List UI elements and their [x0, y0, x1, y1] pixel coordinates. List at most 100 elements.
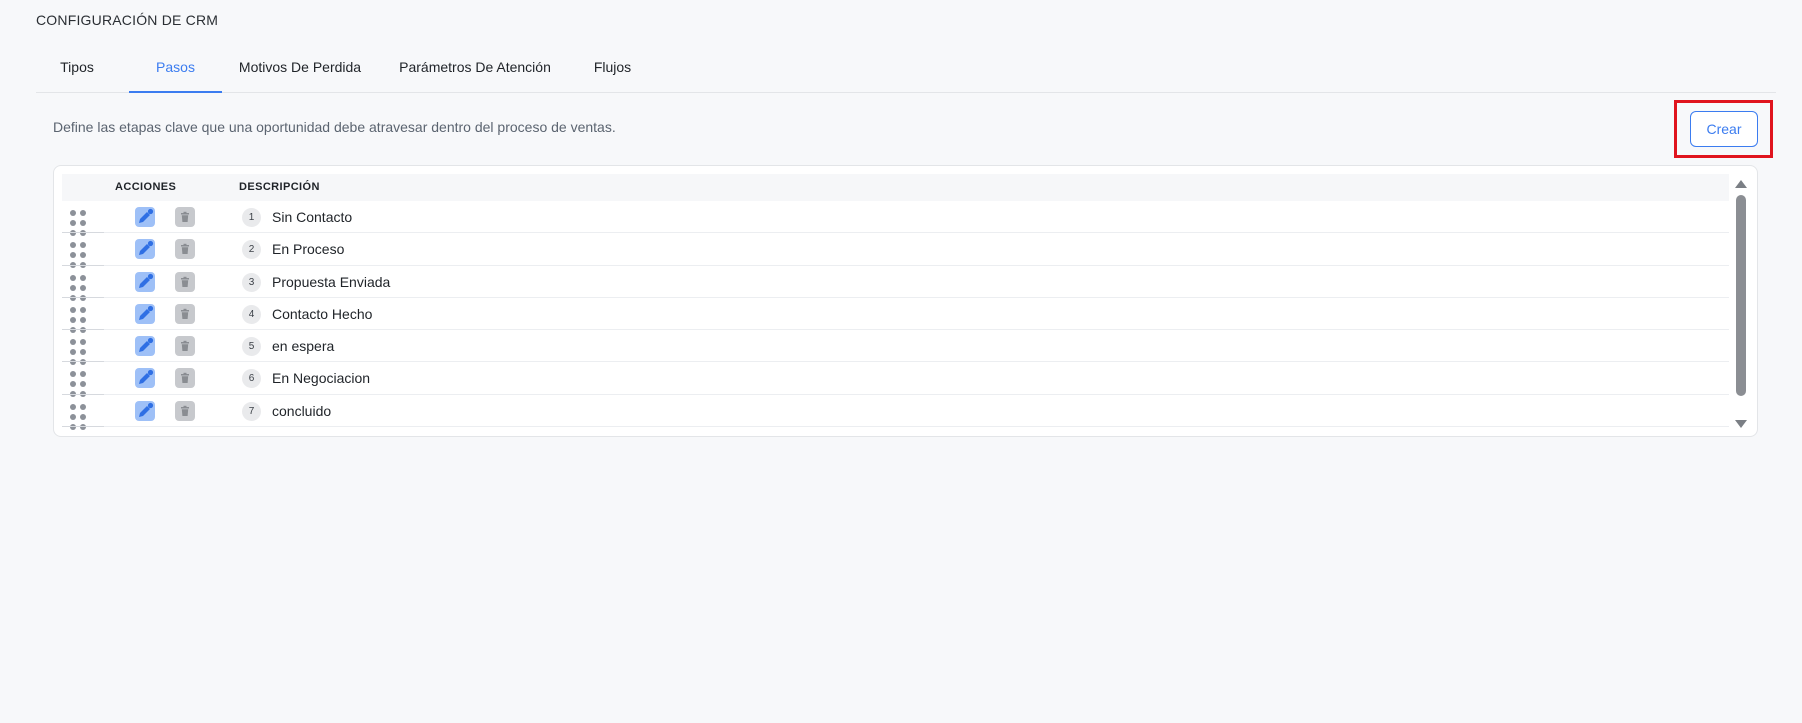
step-description: Sin Contacto [272, 209, 353, 225]
drag-handle-icon[interactable] [70, 371, 86, 398]
table-row: 3 Propuesta Enviada [62, 266, 1729, 301]
drag-dot [70, 413, 76, 420]
drag-dot [80, 339, 86, 346]
trash-icon [181, 405, 189, 416]
edit-button[interactable] [135, 271, 155, 292]
drag-dot [80, 242, 86, 249]
step-description: concluido [272, 402, 332, 419]
delete-button[interactable] [175, 271, 195, 292]
table-row: 6 En Negociacion [62, 362, 1729, 398]
drag-dot [70, 316, 76, 323]
pencil-icon [139, 208, 154, 223]
drag-dot [80, 306, 86, 313]
drag-dot [70, 252, 76, 259]
edit-button[interactable] [135, 368, 155, 389]
step-number-badge: 1 [242, 208, 261, 227]
delete-button[interactable] [175, 336, 195, 357]
table-row: 7 concluido [62, 395, 1729, 430]
drag-dot [80, 371, 86, 378]
drag-dot [70, 371, 76, 378]
vertical-scrollbar[interactable] [1730, 174, 1752, 434]
drag-dot [80, 210, 86, 216]
tab-bar: Tipos Pasos Motivos De Perdida Parámetro… [36, 46, 1776, 93]
edit-button[interactable] [135, 239, 155, 260]
pencil-icon [139, 241, 154, 256]
scroll-up-icon[interactable] [1735, 180, 1747, 188]
pencil-icon [139, 370, 154, 385]
step-number-badge: 3 [242, 272, 261, 292]
table-body: 1 Sin Contacto 2 En Proceso 3 Propuesta … [62, 201, 1729, 430]
trash-icon [181, 276, 189, 287]
drag-dot [80, 220, 86, 226]
drag-handle-icon[interactable] [70, 210, 86, 236]
drag-dot [80, 274, 86, 281]
step-number-badge: 2 [242, 240, 261, 260]
step-description: En Proceso [272, 241, 345, 258]
drag-handle-icon[interactable] [70, 242, 86, 269]
drag-dot [80, 316, 86, 323]
tab-flujos[interactable]: Flujos [590, 46, 635, 93]
drag-dot [80, 381, 86, 388]
create-button[interactable]: Crear [1690, 111, 1758, 147]
pencil-icon [139, 273, 154, 288]
tab-parametros-de-atencion[interactable]: Parámetros De Atención [395, 46, 555, 93]
step-number-badge: 5 [242, 337, 261, 357]
tab-pasos[interactable]: Pasos [129, 46, 222, 93]
trash-icon [181, 308, 189, 319]
table-row: 1 Sin Contacto [62, 201, 1729, 236]
step-number-badge: 7 [242, 401, 261, 421]
table-header: ACCIONES DESCRIPCIÓN [62, 174, 1729, 201]
delete-button[interactable] [175, 400, 195, 421]
trash-icon [181, 244, 189, 255]
trash-icon [181, 373, 189, 384]
drag-dot [80, 413, 86, 420]
drag-dot [70, 349, 76, 356]
drag-dot [70, 381, 76, 388]
scroll-thumb[interactable] [1736, 195, 1746, 396]
delete-button[interactable] [175, 239, 195, 260]
delete-button[interactable] [175, 207, 195, 227]
trash-icon [181, 340, 189, 352]
drag-cell-divider [62, 426, 104, 428]
edit-button[interactable] [135, 336, 155, 357]
step-description: En Negociacion [272, 370, 371, 387]
drag-handle-icon[interactable] [70, 306, 86, 333]
page-title: CONFIGURACIÓN DE CRM [36, 12, 219, 28]
step-number-badge: 4 [242, 304, 261, 324]
edit-button[interactable] [135, 303, 155, 324]
scroll-down-icon[interactable] [1735, 420, 1747, 428]
trash-icon [181, 211, 189, 222]
step-description: Propuesta Enviada [272, 273, 391, 290]
header-description: DESCRIPCIÓN [239, 181, 320, 193]
step-description: Contacto Hecho [272, 305, 373, 322]
drag-dot [80, 349, 86, 356]
drag-dot [80, 403, 86, 410]
table-row: 4 Contacto Hecho [62, 298, 1729, 333]
delete-button[interactable] [175, 303, 195, 324]
steps-table: ACCIONES DESCRIPCIÓN 1 Sin Contacto 2 En… [53, 165, 1758, 437]
drag-handle-icon[interactable] [70, 403, 86, 430]
table-row: 5 en espera [62, 330, 1729, 366]
drag-dot [80, 252, 86, 259]
drag-dot [70, 274, 76, 281]
drag-handle-icon[interactable] [70, 339, 86, 366]
step-number-badge: 6 [242, 369, 261, 389]
edit-button[interactable] [135, 400, 155, 421]
edit-button[interactable] [135, 207, 155, 227]
drag-dot [70, 242, 76, 249]
drag-dot [70, 210, 76, 216]
tab-motivos-de-perdida[interactable]: Motivos De Perdida [236, 46, 364, 93]
pencil-icon [139, 402, 154, 417]
drag-dot [70, 306, 76, 313]
drag-handle-icon[interactable] [70, 274, 86, 301]
drag-dot [70, 220, 76, 226]
drag-dot [70, 339, 76, 346]
pencil-icon [139, 305, 154, 320]
delete-button[interactable] [175, 368, 195, 389]
step-description: en espera [272, 338, 335, 355]
drag-dot [70, 403, 76, 410]
table-row: 2 En Proceso [62, 233, 1729, 269]
pencil-icon [139, 338, 154, 353]
tab-tipos[interactable]: Tipos [56, 46, 98, 93]
page-description: Define las etapas clave que una oportuni… [53, 119, 616, 135]
